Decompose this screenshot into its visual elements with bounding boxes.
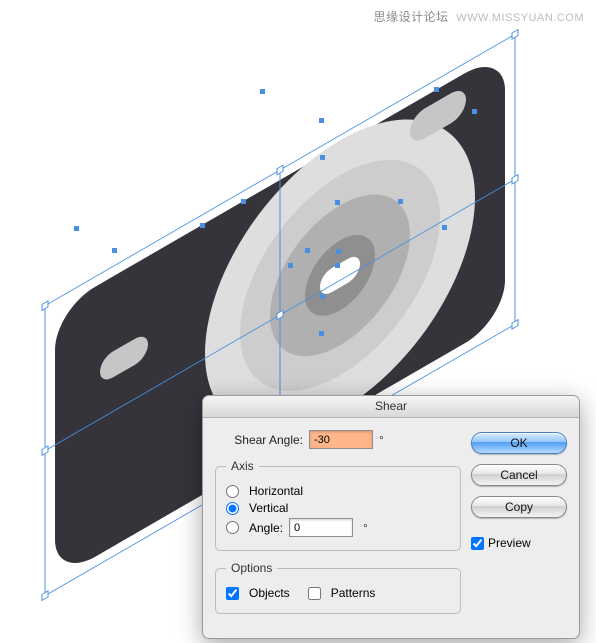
options-legend: Options xyxy=(226,561,277,575)
degree-symbol-2: ° xyxy=(363,521,368,535)
objects-checkbox[interactable] xyxy=(226,587,239,600)
axis-fieldset: Axis Horizontal Vertical Angle: ° xyxy=(215,459,461,551)
axis-angle-radio[interactable] xyxy=(226,521,239,534)
degree-symbol: ° xyxy=(379,433,384,447)
axis-vertical-radio[interactable] xyxy=(226,502,239,515)
shear-angle-label: Shear Angle: xyxy=(215,433,303,447)
objects-label: Objects xyxy=(249,586,290,600)
axis-angle-input[interactable] xyxy=(289,518,353,537)
axis-vertical-label: Vertical xyxy=(249,501,288,515)
patterns-label: Patterns xyxy=(331,586,376,600)
shear-dialog: Shear Shear Angle: ° Axis Horizontal Ver… xyxy=(202,395,580,639)
axis-horizontal-label: Horizontal xyxy=(249,484,303,498)
shear-angle-input[interactable] xyxy=(309,430,373,449)
dialog-title: Shear xyxy=(375,399,407,413)
preview-checkbox[interactable] xyxy=(471,537,484,550)
axis-legend: Axis xyxy=(226,459,259,473)
preview-label: Preview xyxy=(488,536,531,550)
options-fieldset: Options Objects Patterns xyxy=(215,561,461,614)
axis-angle-label: Angle: xyxy=(249,521,283,535)
ok-button[interactable]: OK xyxy=(471,432,567,454)
patterns-checkbox[interactable] xyxy=(308,587,321,600)
axis-horizontal-radio[interactable] xyxy=(226,485,239,498)
cancel-button[interactable]: Cancel xyxy=(471,464,567,486)
copy-button[interactable]: Copy xyxy=(471,496,567,518)
dialog-titlebar: Shear xyxy=(203,396,579,418)
